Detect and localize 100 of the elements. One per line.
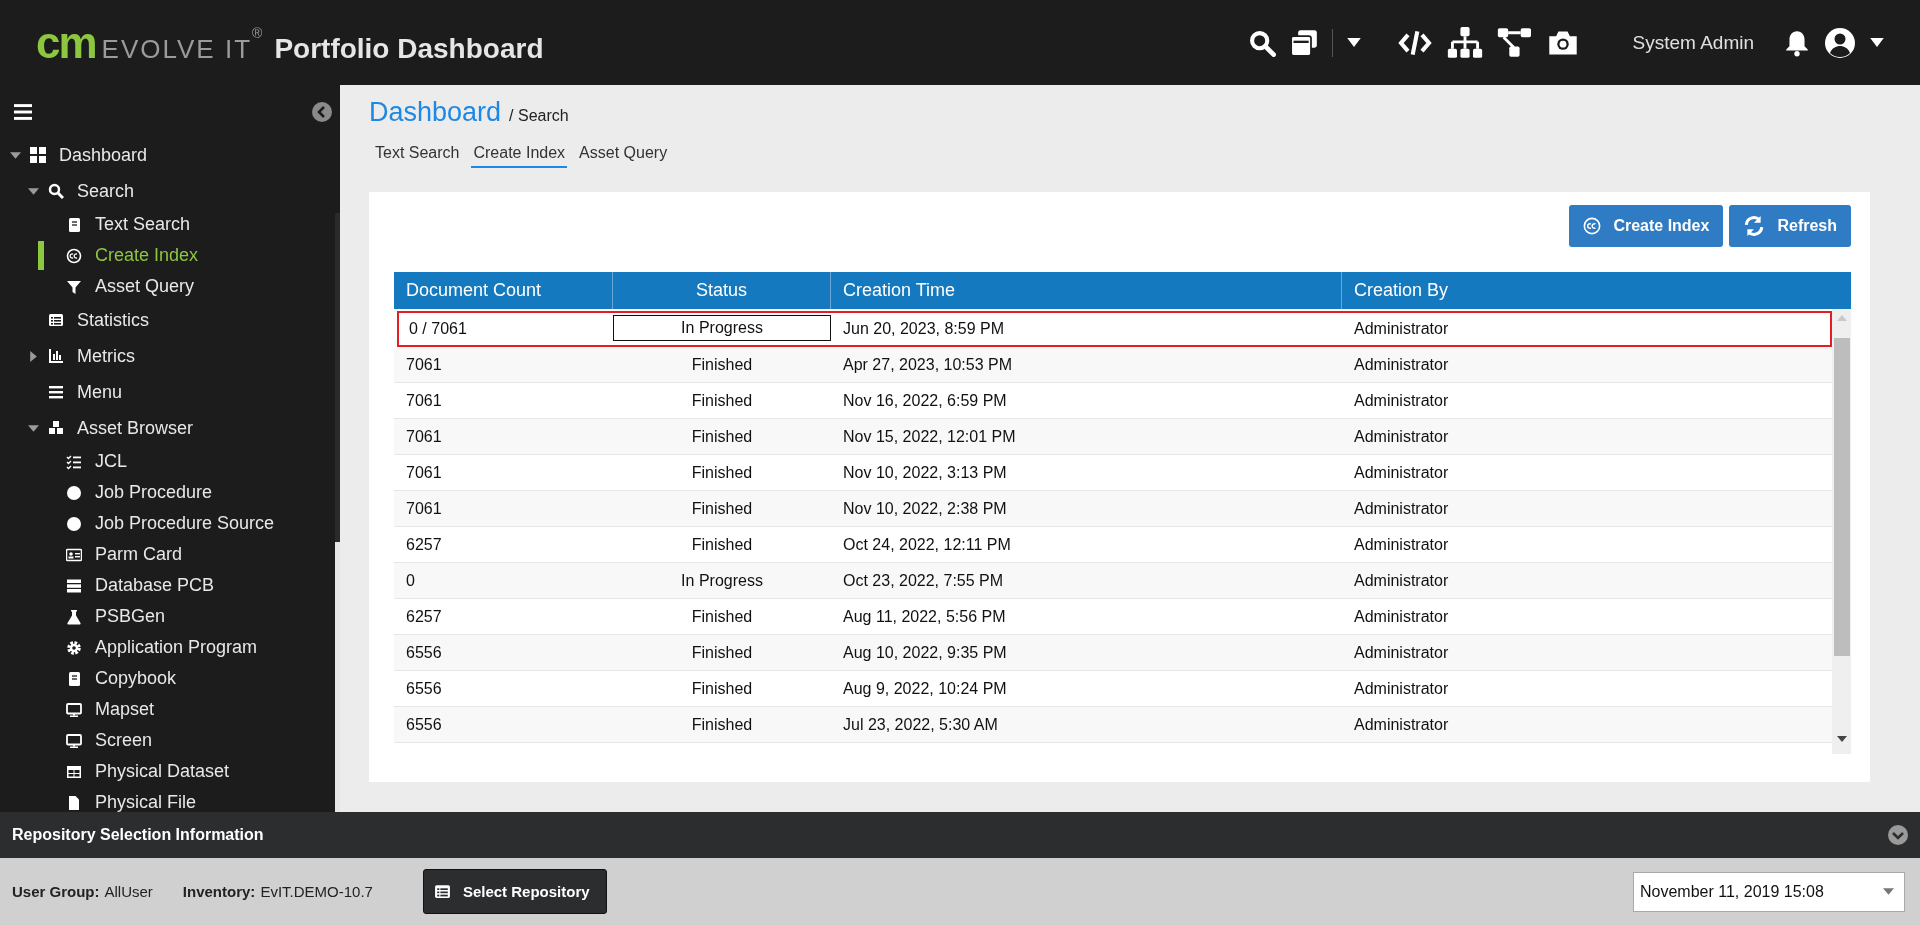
sidebar-item[interactable]: Physical File — [0, 787, 335, 812]
sidebar-item[interactable]: Mapset — [0, 694, 335, 725]
caret-icon[interactable] — [1346, 38, 1361, 47]
create-index-button[interactable]: Create Index — [1569, 205, 1724, 247]
table-cell-text: 6556 — [405, 678, 443, 699]
table-row[interactable]: 7061 Finished Apr 27, 2023, 10:53 PM Administrator — [394, 347, 1832, 383]
app-title: Portfolio Dashboard — [274, 32, 544, 65]
table-cell-text: Oct 24, 2022, 12:11 PM — [842, 534, 1012, 555]
table-cell-text: 6257 — [405, 606, 443, 627]
table-cell-text: Finished — [690, 606, 754, 627]
sidebar-item[interactable]: JCL — [0, 446, 335, 477]
table-row[interactable]: 6556 Finished Aug 10, 2022, 9:35 PM Administrator — [394, 635, 1832, 671]
table-cell-text: Administrator — [1353, 354, 1450, 375]
logo-mark: cm — [36, 20, 96, 65]
table-cell-text: 6257 — [405, 534, 443, 555]
scrollbar[interactable] — [1832, 309, 1851, 754]
book-icon — [66, 670, 82, 687]
sidebar-item[interactable]: Menu — [0, 374, 335, 410]
caret-down-icon[interactable] — [10, 149, 21, 161]
table-row[interactable]: 6556 Finished Jul 23, 2022, 5:30 AM Administrator — [394, 707, 1832, 743]
search-icon[interactable] — [1247, 28, 1276, 57]
table-cell-text: Finished — [690, 426, 754, 447]
table-cell-text: Finished — [690, 354, 754, 375]
tab[interactable]: Create Index — [471, 140, 568, 168]
caret-down-icon[interactable] — [28, 185, 39, 197]
sidebar-item[interactable]: Job Procedure Source — [0, 508, 335, 539]
sidebar-item[interactable]: Dashboard — [0, 137, 335, 173]
column-header[interactable]: Creation By — [1342, 272, 1851, 309]
filter-icon — [66, 278, 82, 295]
sidebar-item[interactable]: Statistics — [0, 302, 335, 338]
sidebar-item[interactable]: Copybook — [0, 663, 335, 694]
table-cell-text: Administrator — [1353, 462, 1450, 483]
sidebar-item[interactable]: Metrics — [0, 338, 335, 374]
sidebar-item[interactable]: Search — [0, 173, 335, 209]
table-cell-text: Finished — [690, 714, 754, 735]
menu-icon[interactable] — [14, 104, 32, 120]
table-cell-text: 7061 — [405, 354, 443, 375]
table-cell-text: Aug 10, 2022, 9:35 PM — [842, 642, 1008, 663]
table-cell-text: 6556 — [405, 714, 443, 735]
bar-chart-icon — [48, 348, 64, 364]
sidebar-item[interactable]: Asset Browser — [0, 410, 335, 446]
monitor-icon — [66, 732, 82, 749]
chevron-down-icon[interactable] — [1888, 825, 1908, 845]
sidebar-item[interactable]: Screen — [0, 725, 335, 756]
table-row[interactable]: 0 In Progress Oct 23, 2022, 7:55 PM Administrator — [394, 563, 1832, 599]
sidebar-item[interactable]: PSBGen — [0, 601, 335, 632]
menu-icon — [48, 384, 64, 400]
table-row[interactable]: 0 / 7061 In Progress Jun 20, 2023, 8:59 PM Administrator — [397, 311, 1832, 347]
column-header[interactable]: Status — [613, 272, 831, 309]
user-name[interactable]: System Admin — [1632, 31, 1754, 54]
table-cell-text: Administrator — [1353, 642, 1450, 663]
table-cell-text: Administrator — [1353, 570, 1450, 591]
tab[interactable]: Asset Query — [577, 140, 670, 168]
sitemap-icon[interactable] — [1446, 26, 1483, 59]
table-cell-text: Finished — [690, 642, 754, 663]
table-icon — [66, 763, 82, 780]
sidebar-item[interactable]: Text Search — [0, 209, 335, 240]
sidebar-item[interactable]: Physical Dataset — [0, 756, 335, 787]
caret-right-icon[interactable] — [28, 350, 39, 362]
date-dropdown[interactable]: November 11, 2019 15:08 — [1633, 871, 1905, 912]
sidebar-item[interactable]: Job Procedure — [0, 477, 335, 508]
diagram-icon[interactable] — [1496, 26, 1533, 59]
windows-icon[interactable] — [1289, 28, 1318, 57]
code-icon[interactable] — [1396, 28, 1433, 57]
table-cell: In Progress — [613, 315, 831, 341]
user-avatar-icon[interactable] — [1824, 26, 1856, 59]
selection-indicator — [38, 241, 44, 270]
table-cell-text: Oct 23, 2022, 7:55 PM — [842, 570, 1005, 591]
scroll-down-icon[interactable] — [1836, 736, 1847, 742]
grid-icon — [30, 147, 46, 163]
table-cell-text: 0 — [405, 570, 416, 591]
table-cell-text: Finished — [690, 462, 754, 483]
table-cell-text: Finished — [690, 390, 754, 411]
table-cell-text: Nov 10, 2022, 3:13 PM — [842, 462, 1008, 483]
caret-icon[interactable] — [1870, 38, 1884, 47]
collapse-sidebar-icon[interactable] — [312, 102, 332, 122]
column-header[interactable]: Creation Time — [831, 272, 1342, 309]
column-header[interactable]: Document Count — [394, 272, 613, 309]
caret-down-icon[interactable] — [28, 422, 39, 434]
monitor-icon — [66, 701, 82, 718]
table-cell-text: 6556 — [405, 642, 443, 663]
list-icon — [433, 883, 451, 900]
select-repository-button[interactable]: Select Repository — [422, 869, 607, 914]
table-cell-text: Jun 20, 2023, 8:59 PM — [842, 318, 1005, 339]
table-row[interactable]: 7061 Finished Nov 15, 2022, 12:01 PM Administrator — [394, 419, 1832, 455]
sidebar-item[interactable]: Create Index — [0, 240, 335, 271]
table-row[interactable]: 7061 Finished Nov 10, 2022, 2:38 PM Administrator — [394, 491, 1832, 527]
sidebar-item[interactable]: Asset Query — [0, 271, 335, 302]
sidebar-item[interactable]: Application Program — [0, 632, 335, 663]
table-cell-text: Aug 9, 2022, 10:24 PM — [842, 678, 1008, 699]
bell-icon[interactable] — [1784, 28, 1810, 57]
scrollbar-thumb[interactable] — [335, 542, 340, 812]
registered-mark: ® — [252, 24, 263, 41]
refresh-button[interactable]: Refresh — [1729, 205, 1851, 247]
sidebar-item[interactable]: Parm Card — [0, 539, 335, 570]
gear-icon — [66, 639, 82, 656]
sidebar-item[interactable]: Database PCB — [0, 570, 335, 601]
flask-icon — [66, 608, 82, 625]
table-cell-text: 7061 — [405, 462, 443, 483]
tab[interactable]: Text Search — [373, 140, 462, 168]
